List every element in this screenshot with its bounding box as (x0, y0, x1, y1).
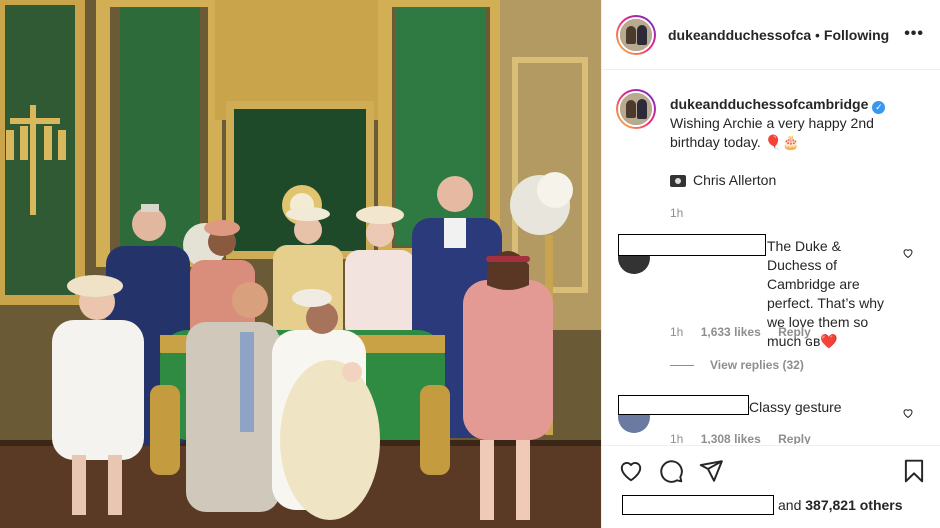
comment-timestamp[interactable]: 1h (670, 432, 683, 444)
photo-credit: Chris Allerton (670, 171, 925, 190)
redacted-username (618, 234, 766, 256)
account-username[interactable]: dukeandduchessofcam (668, 27, 811, 43)
like-comment-heart-icon[interactable] (902, 247, 914, 259)
post-sidebar: dukeandduchessofcam • Following ••• duke… (601, 0, 940, 528)
comment-likes[interactable]: 1,308 likes (701, 432, 761, 444)
verified-badge-icon: ✓ (872, 101, 886, 114)
likes-summary[interactable]: and 387,821 others (622, 495, 903, 515)
caption-text: Wishing Archie a very happy 2nd birthday… (670, 115, 874, 150)
paper-plane-icon[interactable] (698, 458, 724, 484)
following-button[interactable]: Following (824, 27, 889, 43)
like-comment-heart-icon[interactable] (902, 407, 914, 419)
account-avatar[interactable] (616, 14, 656, 55)
royal-family-portrait-image (0, 0, 601, 528)
more-options-icon[interactable]: ••• (904, 26, 924, 42)
likes-count[interactable]: 387,821 others (805, 497, 902, 513)
comment-meta: 1h 1,633 likes Reply (670, 325, 825, 339)
comment-item: Classy gesture 1h 1,308 likes Reply (616, 395, 936, 444)
caption-avatar[interactable] (616, 89, 656, 129)
post-actions: and 387,821 others (602, 445, 940, 528)
comment-timestamp[interactable]: 1h (670, 325, 683, 339)
comment-likes[interactable]: 1,633 likes (701, 325, 761, 339)
bookmark-icon[interactable] (901, 458, 927, 484)
view-replies-label: View replies (32) (710, 358, 804, 372)
caption-timestamp[interactable]: 1h (670, 204, 925, 223)
likes-conjunction: and (778, 497, 802, 513)
reply-button[interactable]: Reply (778, 325, 811, 339)
reply-button[interactable]: Reply (778, 432, 811, 444)
comments-list[interactable]: dukeandduchessofcambridge ✓ Wishing Archi… (602, 71, 940, 444)
heart-icon[interactable] (618, 458, 644, 484)
comment-meta: 1h 1,308 likes Reply (670, 432, 825, 444)
redacted-liker (622, 495, 774, 515)
post-photo[interactable] (0, 0, 601, 528)
redacted-username (618, 395, 749, 415)
comment-text: Classy gesture (749, 399, 842, 415)
camera-icon (670, 174, 686, 187)
comment-item: The Duke & Duchess of Cambridge are perf… (616, 234, 936, 374)
caption-username[interactable]: dukeandduchessofcambridge (670, 96, 868, 112)
comment-icon[interactable] (658, 458, 684, 484)
photo-credit-name: Chris Allerton (693, 172, 777, 188)
separator-dot: • (815, 26, 820, 43)
view-replies-button[interactable]: View replies (32) (670, 358, 804, 372)
post-header: dukeandduchessofcam • Following ••• (602, 0, 940, 70)
